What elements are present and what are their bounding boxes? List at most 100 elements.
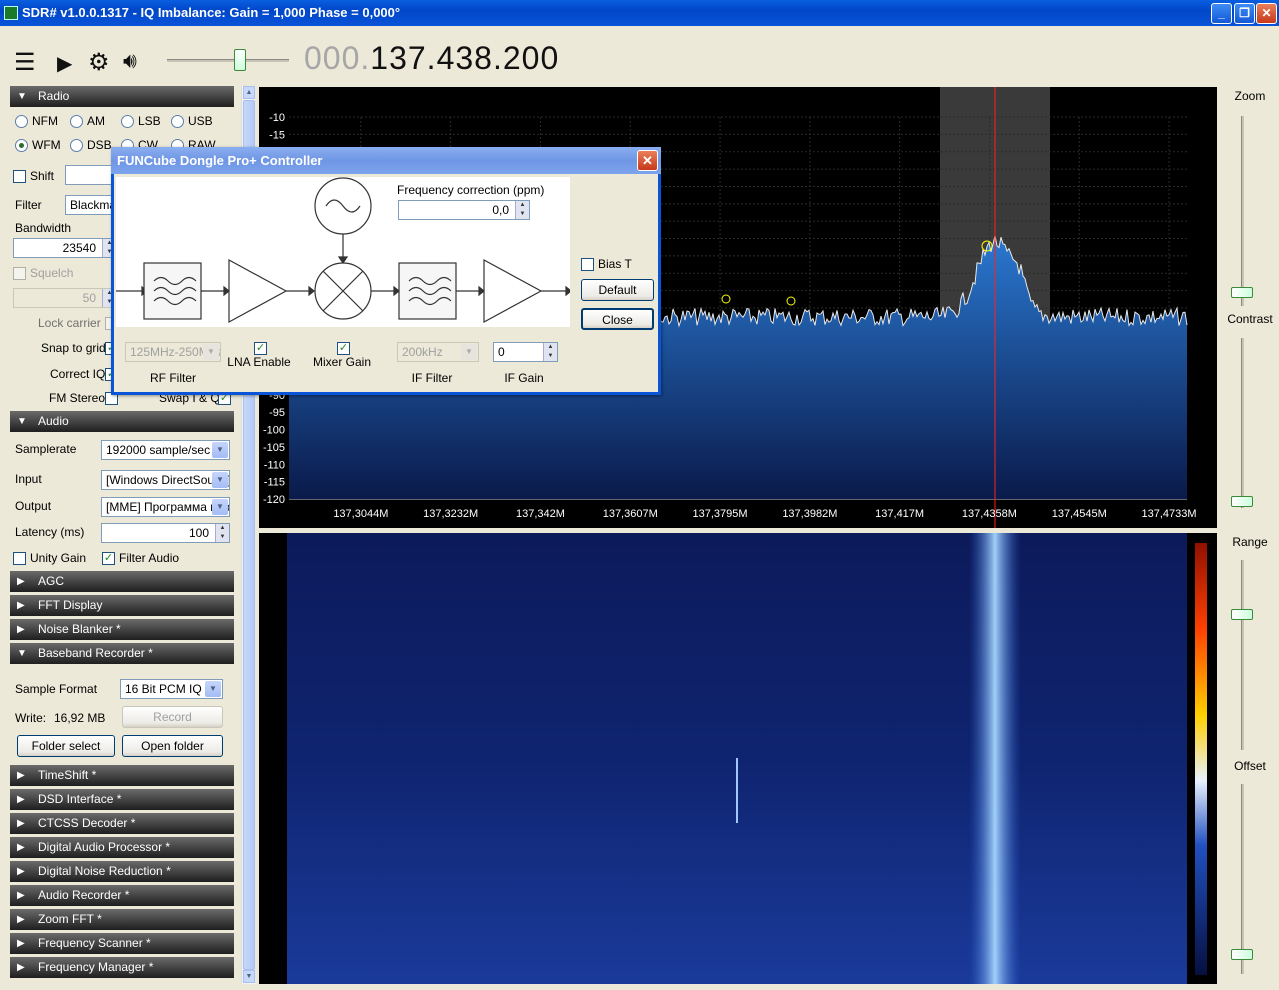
sample-format-select[interactable]: 16 Bit PCM IQ ▼ <box>120 679 223 699</box>
if-gain-input[interactable]: 0 ▲ ▼ <box>493 342 558 362</box>
dialog-title-bar[interactable]: FUNCube Dongle Pro+ Controller ✕ <box>111 147 661 174</box>
frequency-display[interactable]: 000.137.438.200 <box>304 40 559 77</box>
mode-dsb-radio[interactable] <box>70 139 83 152</box>
mode-nfm-radio[interactable] <box>15 115 28 128</box>
latency-input[interactable]: 100 ▲ ▼ <box>101 523 230 543</box>
section-audio[interactable]: ▼ Audio <box>10 411 234 432</box>
lna-enable-checkbox[interactable]: ✓ <box>254 342 267 355</box>
funcube-dialog[interactable]: FUNCube Dongle Pro+ Controller ✕ Frequen… <box>111 147 661 395</box>
scroll-up-button[interactable]: ▲ <box>243 86 255 99</box>
waterfall-plot[interactable] <box>259 533 1217 984</box>
section-agc[interactable]: ▶ AGC <box>10 571 234 592</box>
shift-checkbox[interactable] <box>13 170 26 183</box>
mode-am-label: AM <box>87 114 105 128</box>
section-radio[interactable]: ▼ Radio <box>10 86 234 107</box>
mode-am-radio[interactable] <box>70 115 83 128</box>
minimize-button[interactable]: _ <box>1211 3 1232 24</box>
shift-label: Shift <box>30 169 55 183</box>
bandwidth-label: Bandwidth <box>15 221 72 235</box>
bias-t-label: Bias T <box>598 257 632 271</box>
dialog-close-icon[interactable]: ✕ <box>637 150 658 171</box>
zoom-slider-thumb[interactable] <box>1231 287 1253 298</box>
x-tick-label: 137,342M <box>516 508 565 520</box>
lock-carrier-label: Lock carrier <box>38 316 101 330</box>
contrast-slider[interactable] <box>1241 338 1244 508</box>
waterfall-color-scale <box>1195 543 1207 975</box>
range-label: Range <box>1232 535 1268 549</box>
mode-wfm-label: WFM <box>32 138 61 152</box>
open-folder-button[interactable]: Open folder <box>122 735 223 757</box>
mixer-gain-checkbox[interactable]: ✓ <box>337 342 350 355</box>
section-frequency-scanner[interactable]: ▶ Frequency Scanner * <box>10 933 234 954</box>
if-filter-select[interactable]: 200kHz ▼ <box>397 342 479 362</box>
scroll-down-button[interactable]: ▼ <box>243 970 255 983</box>
signal-chain-diagram: Frequency correction (ppm) 0,0 ▲ ▼ <box>116 177 572 327</box>
input-device-select[interactable]: [Windows DirectSound] ▼ <box>101 470 230 490</box>
correct-iq-label: Correct IQ <box>50 367 106 381</box>
zoom-label: Zoom <box>1234 89 1266 103</box>
close-button[interactable]: ✕ <box>1256 3 1277 24</box>
filter-audio-checkbox[interactable]: ✓ <box>102 552 115 565</box>
folder-select-button[interactable]: Folder select <box>17 735 115 757</box>
samplerate-select[interactable]: 192000 sample/sec ▼ <box>101 440 230 460</box>
freq-correction-label: Frequency correction (ppm) <box>397 183 545 197</box>
play-icon[interactable]: ▶ <box>57 51 72 76</box>
range-slider[interactable] <box>1241 560 1244 750</box>
section-audio-recorder[interactable]: ▶ Audio Recorder * <box>10 885 234 906</box>
dialog-close-button[interactable]: Close <box>581 308 654 330</box>
section-frequency-manager[interactable]: ▶ Frequency Manager * <box>10 957 234 978</box>
x-tick-label: 137,3232M <box>423 508 478 520</box>
y-tick-label: -95 <box>269 407 285 419</box>
section-ctcss-decoder[interactable]: ▶ CTCSS Decoder * <box>10 813 234 834</box>
section-baseband-recorder[interactable]: ▼ Baseband Recorder * <box>10 643 234 664</box>
mode-wfm-radio[interactable] <box>15 139 28 152</box>
offset-slider-thumb[interactable] <box>1231 949 1253 960</box>
menu-icon[interactable]: ☰ <box>14 48 36 77</box>
squelch-checkbox[interactable] <box>13 267 26 280</box>
volume-slider-thumb[interactable] <box>234 49 246 71</box>
freq-correction-input[interactable]: 0,0 ▲ ▼ <box>398 200 530 220</box>
output-device-select[interactable]: [MME] Программа передачи▼ <box>101 497 230 517</box>
write-size-value: 16,92 MB <box>54 711 106 725</box>
waterfall-display[interactable] <box>259 533 1217 984</box>
section-digital-audio-processor[interactable]: ▶ Digital Audio Processor * <box>10 837 234 858</box>
gear-icon[interactable]: ⚙ <box>88 48 110 77</box>
bias-t-checkbox[interactable] <box>581 258 594 271</box>
x-tick-label: 137,3982M <box>782 508 837 520</box>
spectrum-x-axis: 137,3044M 137,3232M 137,342M 137,3607M 137,3… <box>333 508 1196 520</box>
speaker-icon[interactable]: 🔊︎ <box>123 48 137 74</box>
volume-slider[interactable] <box>167 59 289 62</box>
section-fft-display[interactable]: ▶ FFT Display <box>10 595 234 616</box>
section-dsd-interface[interactable]: ▶ DSD Interface * <box>10 789 234 810</box>
filter-audio-label: Filter Audio <box>119 551 180 565</box>
right-panel: Zoom Contrast Range Offset <box>1221 86 1279 984</box>
contrast-slider-thumb[interactable] <box>1231 496 1253 507</box>
offset-slider[interactable] <box>1241 784 1244 974</box>
default-button[interactable]: Default <box>581 279 654 301</box>
y-tick-label: -15 <box>269 129 285 141</box>
filter-label: Filter <box>15 198 42 212</box>
section-zoom-fft[interactable]: ▶ Zoom FFT * <box>10 909 234 930</box>
x-tick-label: 137,4358M <box>962 508 1017 520</box>
unity-gain-label: Unity Gain <box>30 551 87 565</box>
mode-usb-label: USB <box>188 114 213 128</box>
bandwidth-input[interactable]: 23540 ▲ ▼ <box>13 238 117 258</box>
lna-enable-label: LNA Enable <box>227 355 291 369</box>
mode-usb-radio[interactable] <box>171 115 184 128</box>
record-button[interactable]: Record <box>122 706 223 728</box>
peak-marker <box>721 294 731 304</box>
section-digital-noise-reduction[interactable]: ▶ Digital Noise Reduction * <box>10 861 234 882</box>
section-noise-blanker[interactable]: ▶ Noise Blanker * <box>10 619 234 640</box>
maximize-button[interactable]: ❐ <box>1234 3 1255 24</box>
mode-lsb-radio[interactable] <box>121 115 134 128</box>
if-filter-label: IF Filter <box>411 371 453 385</box>
section-timeshift[interactable]: ▶ TimeShift * <box>10 765 234 786</box>
range-slider-thumb[interactable] <box>1231 609 1253 620</box>
app-icon <box>4 6 18 20</box>
zoom-slider[interactable] <box>1241 116 1244 306</box>
rf-filter-select[interactable]: 125MHz-250MHz ▼ <box>125 342 221 362</box>
y-tick-label: -120 <box>263 494 285 506</box>
unity-gain-checkbox[interactable] <box>13 552 26 565</box>
window-title-bar: SDR# v1.0.0.1317 - IQ Imbalance: Gain = … <box>0 0 1279 26</box>
squelch-input[interactable]: 50 ▲ ▼ <box>13 288 117 308</box>
